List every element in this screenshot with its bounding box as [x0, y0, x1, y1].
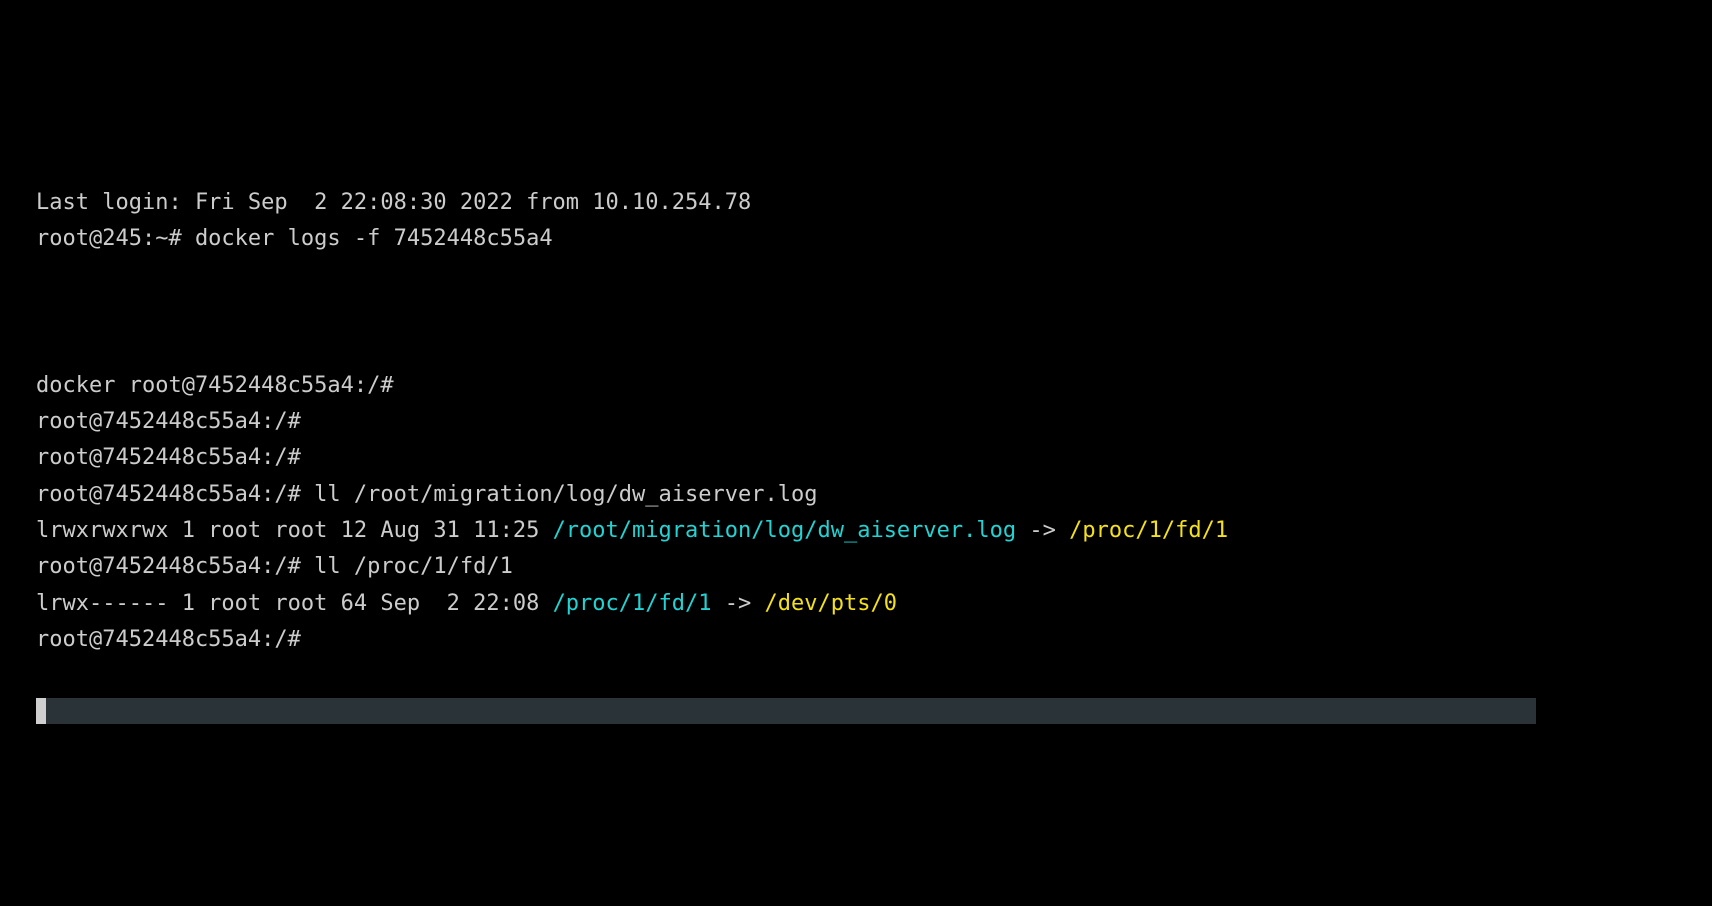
symlink-target-1: /proc/1/fd/1	[1069, 518, 1228, 543]
host-prompt-command: root@245:~# docker logs -f 7452448c55a4	[36, 221, 1676, 257]
ll-output-1: lrwxrwxrwx 1 root root 12 Aug 31 11:25 /…	[36, 513, 1676, 549]
symlink-source-2: /proc/1/fd/1	[553, 591, 712, 616]
symlink-target-2: /dev/pts/0	[765, 591, 897, 616]
ll-output-2: lrwx------ 1 root root 64 Sep 2 22:08 /p…	[36, 586, 1676, 622]
container-prompt-2: root@7452448c55a4:/#	[36, 404, 1676, 440]
container-prompt-4: root@7452448c55a4:/#	[36, 622, 1676, 658]
horizontal-scrollbar-track[interactable]	[36, 698, 1536, 724]
arrow-2: ->	[712, 591, 765, 616]
ll-output-2-perms: lrwx------ 1 root root 64 Sep 2 22:08	[36, 591, 553, 616]
container-prompt-3: root@7452448c55a4:/#	[36, 440, 1676, 476]
symlink-source-1: /root/migration/log/dw_aiserver.log	[553, 518, 1017, 543]
ll-cmd-2: root@7452448c55a4:/# ll /proc/1/fd/1	[36, 549, 1676, 585]
blank-gap	[36, 258, 1676, 368]
container-prompt-1: docker root@7452448c55a4:/#	[36, 368, 1676, 404]
arrow-1: ->	[1016, 518, 1069, 543]
ll-cmd-1: root@7452448c55a4:/# ll /root/migration/…	[36, 477, 1676, 513]
login-banner: Last login: Fri Sep 2 22:08:30 2022 from…	[36, 185, 1676, 221]
horizontal-scrollbar-thumb[interactable]	[36, 698, 46, 724]
ll-output-1-perms: lrwxrwxrwx 1 root root 12 Aug 31 11:25	[36, 518, 553, 543]
